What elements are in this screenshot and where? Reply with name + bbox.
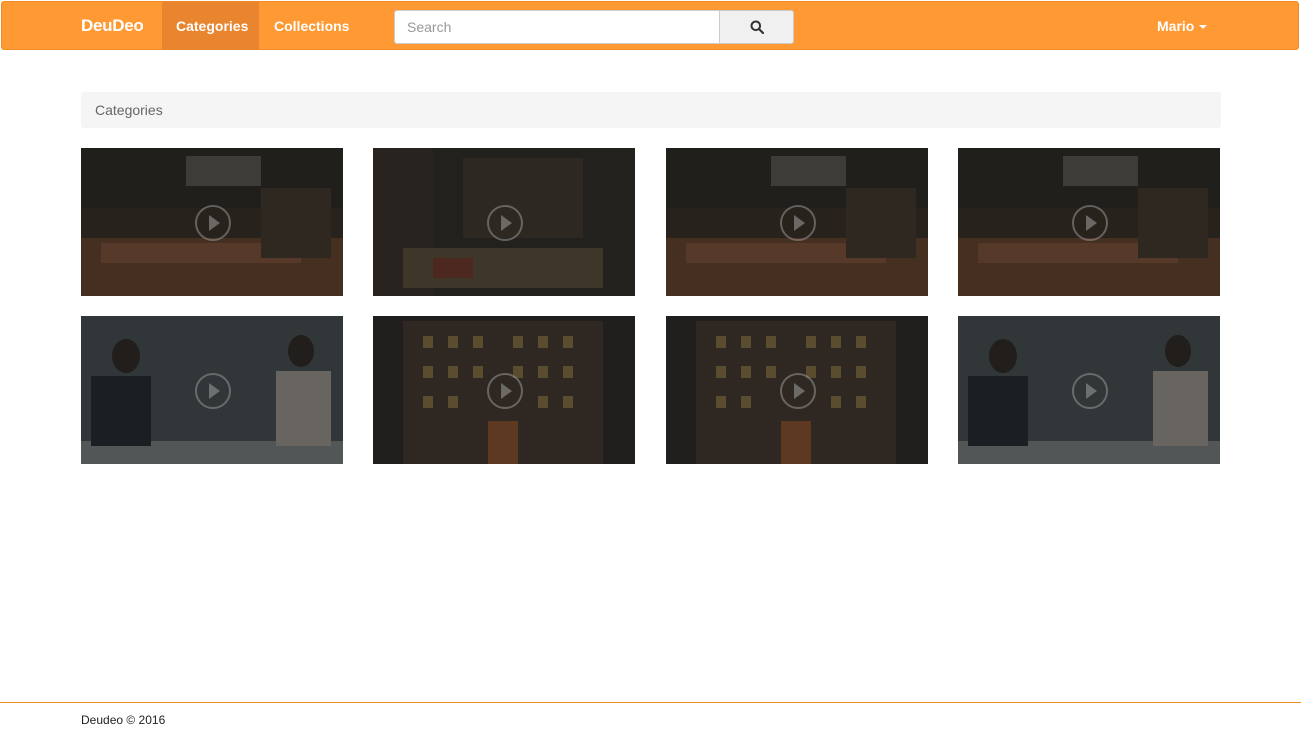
breadcrumb-current: Categories [95,102,163,118]
play-icon[interactable] [780,205,816,241]
video-thumbnail[interactable] [958,316,1220,464]
top-navbar: DeuDeo Categories Collections Mario [1,1,1299,50]
video-thumbnail[interactable] [81,148,343,296]
user-menu[interactable]: Mario [1157,2,1208,50]
breadcrumb: Categories [81,92,1221,128]
video-thumbnail[interactable] [373,316,635,464]
nav-categories[interactable]: Categories [162,2,259,50]
nav-collections[interactable]: Collections [260,2,360,50]
search-button[interactable] [719,10,794,44]
play-icon[interactable] [487,373,523,409]
play-icon[interactable] [1072,205,1108,241]
footer-divider [0,702,1301,703]
play-icon[interactable] [1072,373,1108,409]
video-thumbnail[interactable] [958,148,1220,296]
video-thumbnail[interactable] [666,316,928,464]
caret-down-icon [1199,25,1208,30]
search-input[interactable] [394,10,720,44]
footer-copyright: Deudeo © 2016 [81,713,166,727]
brand-logo[interactable]: DeuDeo [81,2,144,50]
play-icon[interactable] [195,373,231,409]
search-icon [750,20,764,34]
play-icon[interactable] [487,205,523,241]
video-thumbnail[interactable] [81,316,343,464]
play-icon[interactable] [780,373,816,409]
user-name: Mario [1157,18,1195,34]
video-thumbnail[interactable] [373,148,635,296]
play-icon[interactable] [195,205,231,241]
video-thumbnail[interactable] [666,148,928,296]
